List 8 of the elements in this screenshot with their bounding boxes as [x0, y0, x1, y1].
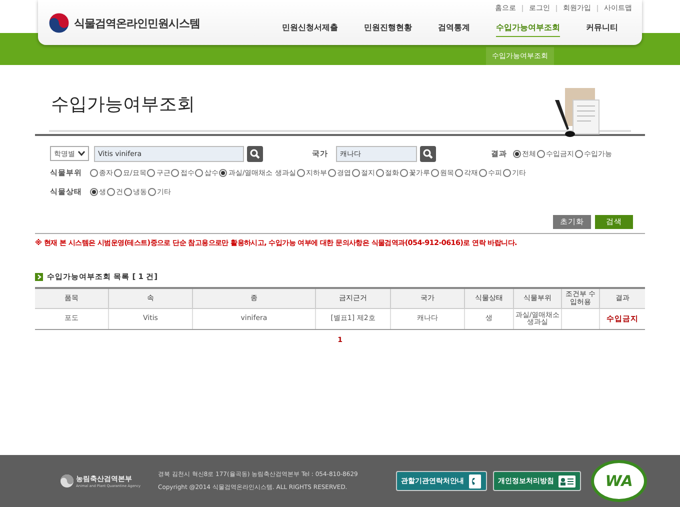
web-accessibility-badge: WA	[591, 460, 647, 502]
nav-tab[interactable]: 수입가능여부조회	[496, 20, 560, 37]
nav-tab[interactable]: 민원신청서제출	[282, 20, 338, 37]
nav-tab[interactable]: 민원진행현황	[364, 20, 412, 37]
nav-tab[interactable]: 커뮤니티	[586, 20, 618, 37]
nav-tab[interactable]: 검역통계	[438, 20, 470, 37]
site-title[interactable]: 식물검역온라인민원시스템	[74, 16, 200, 30]
page-title: 수입가능여부조회	[51, 93, 195, 116]
